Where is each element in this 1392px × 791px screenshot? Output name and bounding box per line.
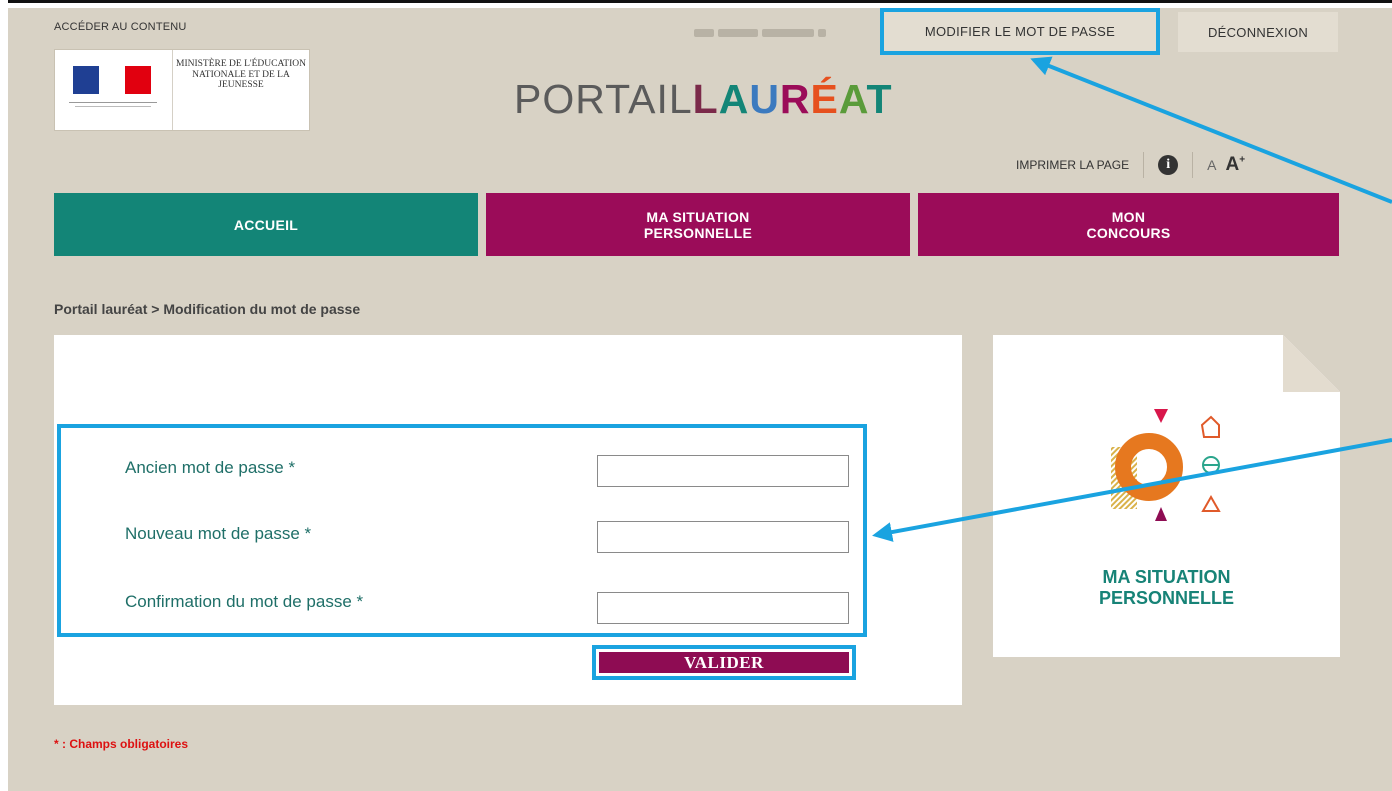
page-edge xyxy=(0,0,8,791)
portal-title-letter: É xyxy=(810,76,839,122)
font-increase-plus: + xyxy=(1239,154,1246,166)
info-icon[interactable]: i xyxy=(1158,155,1179,175)
portal-title-letter: T xyxy=(866,76,893,122)
old-password-input[interactable] xyxy=(597,455,849,487)
portal-title-letter: U xyxy=(749,76,780,122)
modify-password-button[interactable]: MODIFIER LE MOT DE PASSE xyxy=(880,8,1160,55)
old-password-label: Ancien mot de passe * xyxy=(125,458,296,477)
top-border xyxy=(0,0,1392,8)
logout-label: DÉCONNEXION xyxy=(1207,24,1309,40)
portal-title-letter: A xyxy=(718,76,750,122)
confirm-password-label: Confirmation du mot de passe * xyxy=(125,592,364,611)
annotation-arrow-top xyxy=(1030,56,1392,204)
skip-to-content-link[interactable]: ACCÉDER AU CONTENU xyxy=(54,21,187,33)
marianne-logo xyxy=(55,50,173,130)
side-card-situation-personnelle[interactable]: MA SITUATION PERSONNELLE xyxy=(993,335,1340,657)
font-increase-button[interactable]: A+ xyxy=(1225,154,1245,176)
validate-label: VALIDER xyxy=(599,652,849,673)
ministry-logo[interactable]: MINISTÈRE DE L'ÉDUCATION NATIONALE ET DE… xyxy=(54,49,310,131)
portal-title-part2: LAURÉAT xyxy=(693,76,893,122)
print-page-link[interactable]: IMPRIMER LA PAGE xyxy=(1016,158,1129,172)
nav-tab-accueil[interactable]: ACCUEIL xyxy=(54,193,478,256)
nav-tab-situation-line1: MA SITUATION xyxy=(646,208,750,225)
required-fields-note: * : Champs obligatoires xyxy=(54,737,189,751)
situation-illustration-icon xyxy=(1111,409,1221,521)
utility-bar: IMPRIMER LA PAGE i A A+ xyxy=(1016,150,1245,180)
new-password-input[interactable] xyxy=(597,521,849,553)
side-card-title-line2: PERSONNELLE xyxy=(1098,588,1235,608)
republic-motto xyxy=(65,102,161,107)
ministry-name: MINISTÈRE DE L'ÉDUCATION NATIONALE ET DE… xyxy=(176,59,306,90)
new-password-label: Nouveau mot de passe * xyxy=(125,524,312,543)
font-decrease-button[interactable]: A xyxy=(1207,157,1216,173)
nav-tab-concours-line2: CONCOURS xyxy=(1086,224,1171,241)
portal-title-letter: A xyxy=(838,76,867,122)
confirm-password-input[interactable] xyxy=(597,592,849,624)
portal-title-letter: R xyxy=(779,76,811,122)
modify-password-label: MODIFIER LE MOT DE PASSE xyxy=(924,24,1116,39)
nav-tab-mon-concours[interactable]: MON CONCOURS xyxy=(918,193,1339,256)
divider xyxy=(1143,152,1145,178)
portal-title-part1: PORTAIL xyxy=(514,76,693,122)
font-increase-letter: A xyxy=(1225,154,1240,175)
side-card-title-line1: MA SITUATION xyxy=(1102,567,1231,587)
validate-button[interactable]: VALIDER xyxy=(592,645,856,680)
portal-title-letter: L xyxy=(692,76,719,122)
french-flag-icon xyxy=(73,66,151,94)
nav-tab-situation-line2: PERSONNELLE xyxy=(643,224,753,241)
breadcrumb: Portail lauréat > Modification du mot de… xyxy=(54,301,361,317)
nav-tab-concours-line1: MON xyxy=(1111,208,1146,225)
nav-tab-accueil-label: ACCUEIL xyxy=(233,216,299,233)
side-card-title: MA SITUATION PERSONNELLE xyxy=(993,567,1340,609)
logout-button[interactable]: DÉCONNEXION xyxy=(1178,12,1338,52)
portal-title: PORTAILLAURÉAT xyxy=(514,73,893,125)
nav-tab-situation-personnelle[interactable]: MA SITUATION PERSONNELLE xyxy=(486,193,910,256)
user-name-blurred xyxy=(694,24,856,38)
divider xyxy=(1192,152,1194,178)
